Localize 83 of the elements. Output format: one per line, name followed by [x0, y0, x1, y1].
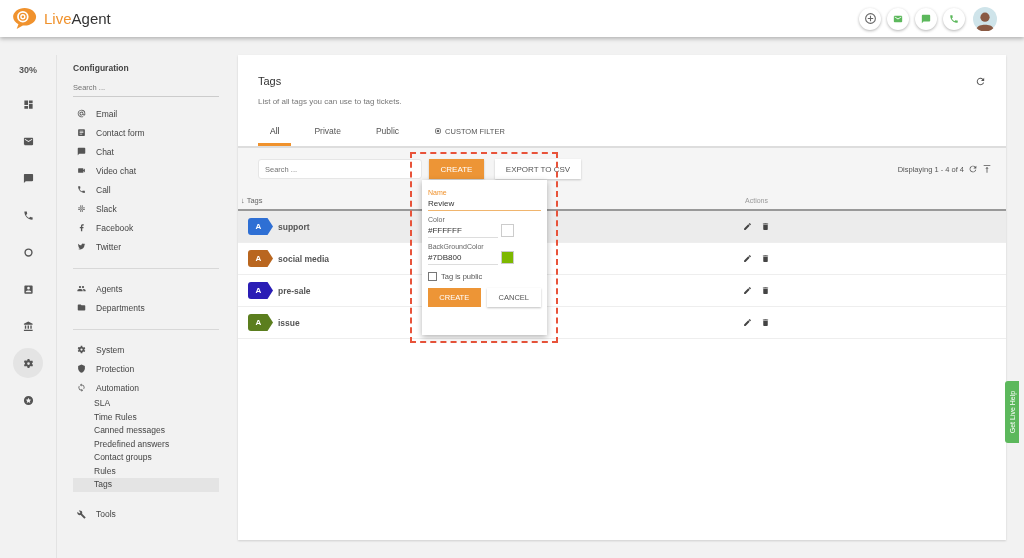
form-icon [77, 128, 86, 137]
star-icon [22, 394, 34, 406]
chat-icon [921, 13, 931, 24]
sync-icon [77, 383, 86, 392]
submenu-item[interactable]: Time Rules [73, 410, 219, 424]
ring-icon [22, 246, 34, 258]
menu-item[interactable]: Video chat [73, 161, 219, 180]
tag-badge: A [248, 218, 273, 235]
logo-icon [12, 7, 39, 30]
tag-name: support [278, 221, 310, 232]
settings-icon [77, 345, 86, 354]
submenu-item[interactable]: Tags [73, 478, 219, 492]
rail-item-selected[interactable] [13, 348, 43, 378]
menu-item[interactable]: Agents [73, 279, 219, 298]
video-camera-icon [77, 166, 86, 175]
delete-icon[interactable] [761, 318, 770, 327]
add-icon [863, 12, 877, 25]
menu-item[interactable]: Slack [73, 199, 219, 218]
settings-icon [22, 357, 34, 369]
tag-name: social media [278, 253, 330, 264]
menu-item[interactable]: Departments [73, 298, 219, 317]
menu-item[interactable]: Chat [73, 142, 219, 161]
tag-name: issue [278, 317, 300, 328]
mail-icon [893, 13, 903, 24]
menu-item[interactable]: Twitter [73, 237, 219, 256]
hash-icon [77, 204, 86, 213]
delete-icon[interactable] [761, 222, 770, 231]
menu-item[interactable]: Facebook [73, 218, 219, 237]
menu-item[interactable]: Email [73, 104, 219, 123]
tab[interactable]: Public [363, 126, 412, 146]
color-swatch[interactable] [501, 251, 514, 264]
menu-item[interactable]: System [73, 340, 219, 359]
tag-badge: A [248, 250, 273, 267]
tag-name: pre-sale [278, 285, 311, 296]
page-title: Tags [258, 75, 282, 87]
target-icon [434, 127, 443, 135]
mail-icon [22, 135, 34, 147]
delete-icon[interactable] [761, 286, 770, 295]
people-icon [77, 284, 86, 293]
submenu-item[interactable]: Rules [73, 464, 219, 478]
edit-icon[interactable] [743, 318, 752, 327]
wrench-icon [77, 509, 86, 519]
refresh-icon[interactable] [975, 75, 986, 87]
phone-icon [949, 13, 959, 24]
submenu-item[interactable]: Contact groups [73, 451, 219, 465]
bank-icon [22, 320, 34, 332]
submenu-item[interactable]: Predefined answers [73, 437, 219, 451]
contact-card-icon [22, 283, 34, 295]
submenu-item[interactable]: Canned messages [73, 424, 219, 438]
tab[interactable]: Private [302, 126, 353, 146]
dashboard-icon [22, 98, 34, 110]
submenu-item[interactable]: SLA [73, 397, 219, 411]
bird-icon [77, 242, 86, 251]
add-button[interactable] [859, 7, 881, 30]
phone-icon [77, 185, 86, 194]
checkbox[interactable] [428, 272, 437, 281]
menu-item[interactable]: Automation [73, 378, 219, 397]
shield-icon [77, 364, 86, 373]
page-description: List of all tags you can use to tag tickets. [258, 97, 403, 106]
folder-icon [77, 303, 86, 312]
export-button[interactable]: EXPORT TO CSV [495, 159, 581, 179]
logo-text: Agent [71, 10, 111, 27]
edit-icon[interactable] [743, 254, 752, 263]
panel-title: Configuration [73, 63, 130, 73]
chat-icon [22, 172, 34, 184]
at-sign-icon [77, 109, 86, 118]
phone-icon [22, 209, 34, 221]
edit-icon[interactable] [743, 286, 752, 295]
logo-text: Live [44, 10, 72, 27]
menu-item[interactable]: Protection [73, 359, 219, 378]
delete-icon[interactable] [761, 254, 770, 263]
color-swatch[interactable] [501, 224, 514, 237]
menu-item[interactable]: Contact form [73, 123, 219, 142]
menu-item[interactable]: Call [73, 180, 219, 199]
edit-icon[interactable] [743, 222, 752, 231]
facebook-icon [77, 223, 86, 232]
menu-item[interactable]: Tools [73, 504, 219, 524]
percent-label: 30% [19, 65, 37, 75]
avatar[interactable] [973, 6, 997, 31]
tag-badge: A [248, 314, 273, 331]
tag-badge: A [248, 282, 273, 299]
chat-icon [77, 147, 86, 156]
refresh-icon[interactable] [968, 164, 978, 174]
